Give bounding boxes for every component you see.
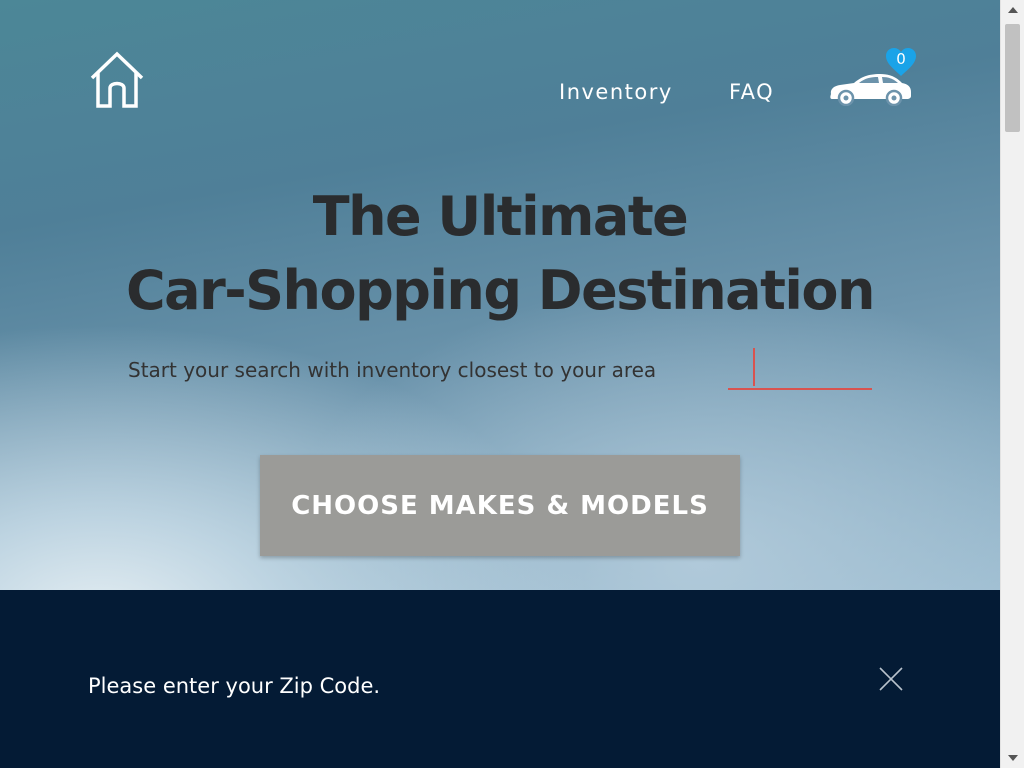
search-prompt-text: Start your search with inventory closest…	[128, 358, 657, 382]
hero-section: Inventory FAQ 0 The Ultimate Car-Shoppin…	[0, 0, 1000, 590]
zip-code-notice-text: Please enter your Zip Code.	[88, 674, 381, 698]
page-viewport: Inventory FAQ 0 The Ultimate Car-Shoppin…	[0, 0, 1000, 768]
zip-code-notice-banner: Please enter your Zip Code.	[0, 590, 1000, 768]
scroll-down-arrow-icon[interactable]	[1008, 755, 1018, 761]
page-headline: The Ultimate Car-Shopping Destination	[0, 180, 1000, 328]
page-scrollbar[interactable]	[1000, 0, 1024, 768]
nav-inventory-link[interactable]: Inventory	[559, 80, 673, 104]
zip-code-input[interactable]	[728, 350, 872, 390]
garage-count-badge: 0	[896, 50, 906, 68]
close-icon[interactable]	[878, 666, 904, 692]
nav-faq-link[interactable]: FAQ	[729, 80, 774, 104]
headline-line-2: Car-Shopping Destination	[126, 259, 875, 322]
house-icon[interactable]	[88, 50, 146, 110]
scroll-thumb[interactable]	[1005, 24, 1020, 132]
choose-makes-models-button[interactable]: CHOOSE MAKES & MODELS	[260, 455, 740, 556]
scroll-up-arrow-icon[interactable]	[1008, 7, 1018, 13]
text-caret	[753, 348, 755, 386]
headline-line-1: The Ultimate	[312, 185, 689, 248]
